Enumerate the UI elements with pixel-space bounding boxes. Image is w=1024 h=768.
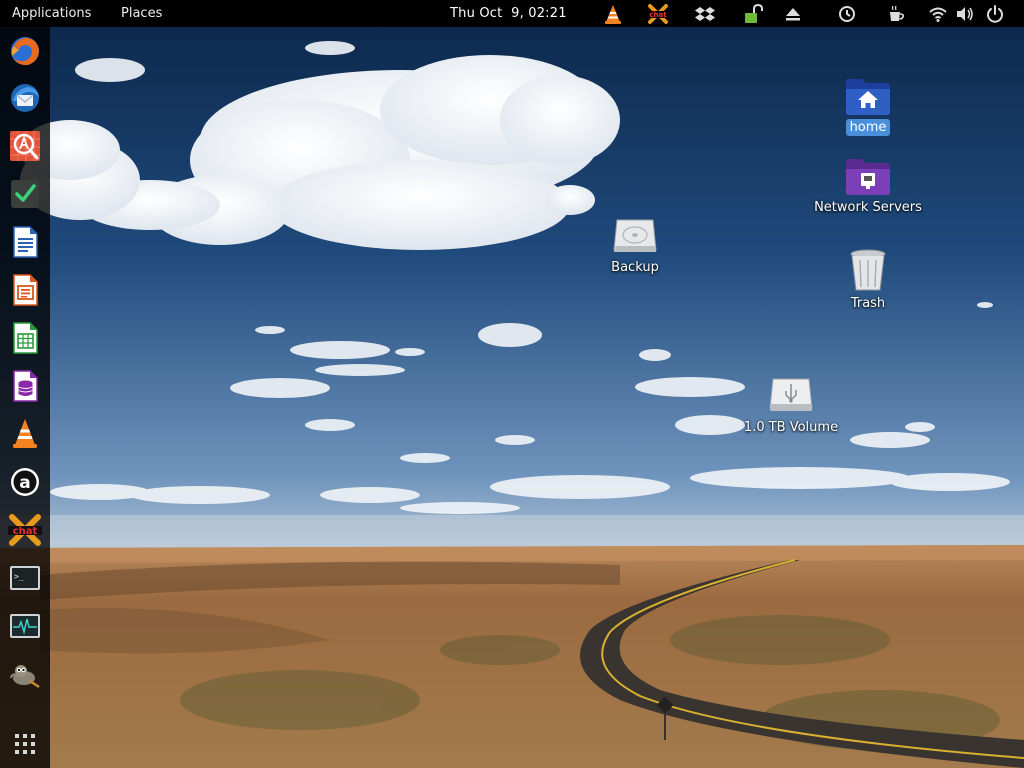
xchat-icon[interactable]: chat <box>647 3 669 25</box>
libreoffice-impress-launcher[interactable] <box>8 273 42 307</box>
top-panel: Applications Places Thu Oct 9, 02:21 cha… <box>0 0 1024 27</box>
unlock-icon[interactable] <box>742 3 764 25</box>
desktop-icon-label: 1.0 TB Volume <box>743 420 839 435</box>
libreoffice-writer-launcher[interactable] <box>8 225 42 259</box>
terminal-prompt: >_ <box>14 572 24 581</box>
gimp-icon <box>10 665 40 689</box>
weather-icon[interactable] <box>885 3 907 25</box>
libreoffice-writer-icon <box>13 226 38 258</box>
terminal-icon: >_ <box>10 566 40 590</box>
clock-icon[interactable] <box>836 3 858 25</box>
desktop-icon-trash[interactable]: Trash <box>808 248 928 312</box>
gimp-launcher[interactable] <box>8 657 42 691</box>
desktop-icon-label: home <box>845 119 891 136</box>
places-menu[interactable]: Places <box>121 0 162 27</box>
show-applications-button[interactable] <box>8 727 42 761</box>
xchat-icon: chat <box>8 514 42 546</box>
amarok-launcher[interactable]: a <box>8 465 42 499</box>
vlc-icon[interactable] <box>602 3 624 25</box>
desktop-icon-home[interactable]: home <box>808 76 928 136</box>
desktop-icon-volume[interactable]: 1.0 TB Volume <box>731 376 851 436</box>
firefox-icon <box>11 37 39 66</box>
xchat-text: chat <box>13 526 38 537</box>
firefox-launcher[interactable] <box>8 34 42 68</box>
desktop-icon-label: Network Servers <box>814 200 922 215</box>
system-monitor-icon <box>10 614 40 638</box>
wifi-icon[interactable] <box>927 3 949 25</box>
task-manager-icon <box>11 180 39 208</box>
power-icon[interactable] <box>984 3 1006 25</box>
home-folder-icon <box>846 79 890 115</box>
vlc-launcher[interactable] <box>8 417 42 451</box>
launcher-dock: a chat >_ <box>0 27 50 768</box>
xchat-launcher[interactable]: chat <box>8 513 42 547</box>
applications-menu[interactable]: Applications <box>12 0 91 27</box>
software-center-icon <box>10 131 40 161</box>
trash-icon <box>850 249 886 291</box>
desktop-icon-backup[interactable]: Backup <box>575 216 695 276</box>
libreoffice-calc-launcher[interactable] <box>8 321 42 355</box>
usb-drive-icon <box>769 378 813 411</box>
libreoffice-base-icon <box>13 370 38 402</box>
software-center-launcher[interactable] <box>8 129 42 163</box>
thunderbird-launcher[interactable] <box>8 81 42 115</box>
amarok-icon: a <box>11 468 39 496</box>
libreoffice-base-launcher[interactable] <box>8 369 42 403</box>
task-manager-launcher[interactable] <box>8 177 42 211</box>
eject-icon[interactable] <box>782 3 804 25</box>
vlc-icon <box>13 419 37 448</box>
thunderbird-icon <box>11 84 39 112</box>
app-grid-icon <box>15 734 35 754</box>
volume-icon[interactable] <box>954 3 976 25</box>
desktop-icon-network-servers[interactable]: Network Servers <box>808 156 928 216</box>
libreoffice-impress-icon <box>13 274 38 306</box>
network-folder-icon <box>846 159 890 195</box>
terminal-launcher[interactable]: >_ <box>8 561 42 595</box>
system-monitor-launcher[interactable] <box>8 609 42 643</box>
dropbox-icon[interactable] <box>694 3 716 25</box>
libreoffice-calc-icon <box>13 322 38 354</box>
clock[interactable]: Thu Oct 9, 02:21 <box>450 0 567 27</box>
desktop[interactable]: Applications Places Thu Oct 9, 02:21 cha… <box>0 0 1024 768</box>
desktop-icon-label: Trash <box>850 296 886 311</box>
amarok-letter: a <box>19 473 30 493</box>
xchat-text: chat <box>649 11 667 19</box>
desktop-icon-label: Backup <box>611 260 659 275</box>
hard-drive-icon <box>613 219 657 252</box>
